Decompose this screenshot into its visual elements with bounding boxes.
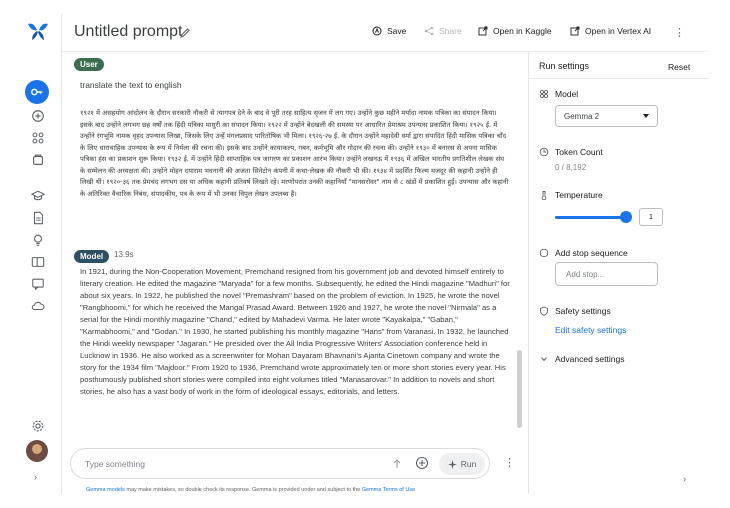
token-count-value: 0 / 8,192: [555, 163, 587, 172]
model-label-text: Model: [555, 89, 579, 99]
prompt-title[interactable]: Untitled prompt: [74, 23, 183, 41]
gemma-terms-link[interactable]: Gemma Terms of Use: [362, 487, 415, 493]
arrow-up-icon[interactable]: [391, 457, 403, 469]
stop-sequence-label-text: Add stop sequence: [555, 248, 628, 258]
thermometer-icon: [541, 191, 547, 200]
cloud-icon[interactable]: [28, 296, 48, 316]
gallery-icon[interactable]: [28, 252, 48, 272]
chat-area: User translate the text to english १९२१ …: [62, 52, 526, 444]
model-select-value: Gemma 2: [564, 112, 600, 121]
chat-scrollbar[interactable]: [517, 350, 522, 428]
document-icon[interactable]: [28, 208, 48, 228]
left-rail: [16, 14, 62, 494]
token-icon: [539, 147, 549, 157]
add-media-icon[interactable]: [415, 456, 429, 470]
disclaimer-body: may make mistakes, so double check its r…: [124, 487, 362, 493]
add-circle-icon[interactable]: [28, 106, 48, 126]
chevron-down-icon: [541, 357, 547, 362]
edit-pencil-icon[interactable]: [179, 26, 191, 38]
reset-button[interactable]: Reset: [668, 62, 690, 72]
model-response-text: In 1921, during the Non-Cooperation Move…: [80, 267, 510, 396]
expand-rail-chevron-icon[interactable]: ›: [34, 472, 37, 482]
collapse-panel-chevron-icon[interactable]: ›: [683, 474, 686, 484]
stop-sequence-input[interactable]: Add stop...: [555, 262, 658, 286]
share-icon: [424, 26, 434, 36]
divider: [529, 78, 709, 79]
run-label: Run: [460, 459, 477, 469]
user-hindi-text: १९२१ में असहयोग आंदोलन के दौरान सरकारी न…: [80, 109, 509, 198]
header-bar: Untitled prompt Save Share Open in Kaggl…: [62, 14, 708, 52]
safety-settings-label: Safety settings: [539, 306, 611, 316]
run-button[interactable]: Run: [439, 453, 485, 475]
token-count-label-text: Token Count: [555, 147, 603, 157]
key-icon[interactable]: [25, 80, 49, 104]
composer-more-icon[interactable]: ⋮: [504, 456, 515, 469]
temperature-label-text: Temperature: [555, 190, 603, 200]
open-in-vertex-label: Open in Vertex AI: [585, 26, 652, 36]
prompt-input[interactable]: Type something Run: [70, 448, 490, 479]
open-external-icon: [478, 26, 488, 36]
temperature-slider-track[interactable]: [555, 216, 627, 219]
temperature-input[interactable]: 1: [639, 208, 663, 226]
open-in-kaggle-label: Open in Kaggle: [493, 26, 552, 36]
grid-icon[interactable]: [28, 128, 48, 148]
prompt-placeholder: Type something: [85, 459, 146, 469]
save-label: Save: [387, 26, 407, 36]
app-logo-icon[interactable]: [26, 20, 50, 42]
run-settings-title: Run settings: [539, 61, 590, 71]
dropdown-caret-icon: [643, 114, 649, 118]
radio-circle-icon: [539, 248, 549, 258]
temperature-label: Temperature: [539, 190, 603, 200]
run-settings-panel: Run settings Reset Model Gemma 2 Token C…: [528, 52, 709, 494]
sparkle-icon: [447, 459, 457, 469]
model-role-badge: Model: [74, 250, 110, 263]
share-label: Share: [439, 26, 462, 36]
advanced-settings-label-text: Advanced settings: [555, 354, 625, 364]
settings-gear-icon[interactable]: [28, 416, 48, 436]
user-avatar[interactable]: [26, 440, 48, 462]
advanced-settings-toggle[interactable]: Advanced settings: [539, 354, 624, 364]
school-icon[interactable]: [28, 186, 48, 206]
gemma-models-link[interactable]: Gemma models: [86, 487, 125, 493]
shield-icon: [540, 306, 548, 316]
edit-safety-settings-link[interactable]: Edit safety settings: [555, 325, 626, 335]
model-select[interactable]: Gemma 2: [555, 105, 658, 127]
token-count-label: Token Count: [539, 147, 603, 157]
temperature-slider-thumb[interactable]: [620, 211, 632, 223]
lightbulb-icon[interactable]: [28, 230, 48, 250]
save-icon: [372, 26, 382, 36]
share-button[interactable]: Share: [424, 26, 462, 36]
model-response-time: 13.9s: [114, 250, 134, 259]
model-icon: [539, 89, 549, 99]
model-label: Model: [539, 89, 578, 99]
user-role-badge: User: [74, 58, 104, 71]
safety-settings-label-text: Safety settings: [555, 306, 611, 316]
more-options-icon[interactable]: ⋮: [674, 26, 685, 39]
stop-sequence-label[interactable]: Add stop sequence: [539, 248, 628, 258]
open-in-kaggle-button[interactable]: Open in Kaggle: [478, 26, 552, 36]
disclaimer-text: Gemma models may make mistakes, so doubl…: [86, 487, 415, 493]
history-icon[interactable]: [28, 150, 48, 170]
chat-icon[interactable]: [28, 274, 48, 294]
save-button[interactable]: Save: [372, 26, 406, 36]
open-external-icon: [570, 26, 580, 36]
user-prompt-text: translate the text to english: [80, 80, 182, 90]
open-in-vertex-button[interactable]: Open in Vertex AI: [570, 26, 651, 36]
